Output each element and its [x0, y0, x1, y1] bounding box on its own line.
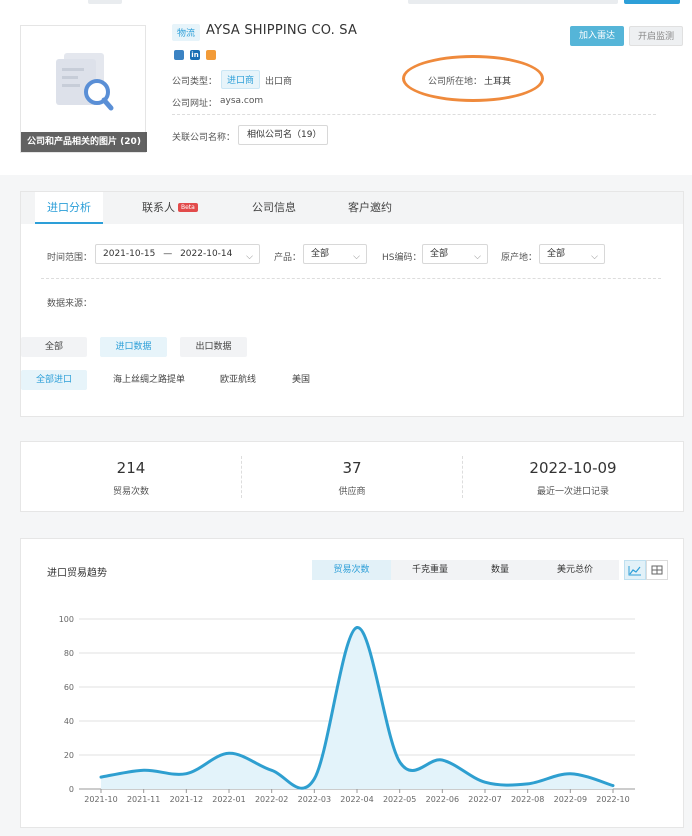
x-tick-label: 2022-09 — [554, 795, 587, 804]
stat-value: 2022-10-09 — [529, 459, 617, 477]
image-placeholder-icon — [56, 53, 114, 111]
beta-badge: Beta — [178, 203, 198, 212]
trend-chart-panel: 进口贸易趋势 贸易次数 千克重量 数量 美元总价 0 20 40 60 80 100 202… — [20, 538, 684, 828]
data-point — [227, 752, 231, 755]
stat-last-import: 2022-10-09 最近一次进口记录 — [463, 442, 683, 513]
stat-value: 37 — [342, 459, 362, 477]
summary-stats: 214 贸易次数 37 供应商 2022-10-09 最近一次进口记录 — [20, 441, 684, 512]
location-highlight-annotation — [402, 55, 544, 102]
chevron-down-icon: ⌵ — [353, 252, 360, 262]
stat-label: 供应商 — [338, 487, 366, 497]
data-point — [142, 769, 145, 772]
source-chip-all[interactable]: 全部 — [21, 337, 87, 357]
data-source-label: 数据来源： — [47, 299, 93, 309]
y-tick-label: 40 — [64, 717, 74, 726]
data-point — [526, 782, 529, 786]
stat-trade-count: 214 贸易次数 — [21, 442, 241, 513]
x-tick-label: 2022-06 — [426, 795, 459, 804]
source-chip-export[interactable]: 出口数据 — [180, 337, 247, 357]
stat-label: 最近一次进口记录 — [536, 487, 609, 497]
x-tick-label: 2021-12 — [170, 795, 203, 804]
tab-customer-invite[interactable]: 客户邀约 — [348, 192, 392, 224]
origin-select[interactable]: 全部 ⌵ — [539, 244, 605, 264]
phone-icon[interactable] — [206, 50, 216, 60]
x-tick-label: 2022-08 — [511, 795, 544, 804]
source-chip-import[interactable]: 进口数据 — [100, 337, 167, 357]
website-label: 公司网址： — [172, 99, 218, 109]
website-icon[interactable] — [174, 50, 184, 60]
chevron-down-icon: ⌵ — [591, 252, 598, 262]
company-type-exporter: 出口商 — [265, 77, 293, 87]
data-point — [441, 758, 444, 762]
enable-monitor-button[interactable]: 开启监测 — [629, 26, 683, 46]
top-search-bar[interactable] — [408, 0, 618, 4]
route-chip-eurasia[interactable]: 欧亚航线 — [213, 370, 263, 390]
stat-suppliers: 37 供应商 — [242, 442, 462, 513]
company-image-thumbnail[interactable]: 公司和产品相关的图片 (20) — [20, 25, 147, 153]
website-link[interactable]: aysa.com — [220, 96, 263, 106]
tab-contacts[interactable]: 联系人 Beta — [142, 192, 198, 224]
product-select[interactable]: 全部 ⌵ — [303, 244, 367, 264]
route-chip-all-import[interactable]: 全部进口 — [21, 370, 87, 390]
series-area — [101, 627, 613, 789]
x-tick-label: 2021-11 — [127, 795, 160, 804]
tab-bar: 进口分析 联系人 Beta 公司信息 客户邀约 — [21, 192, 683, 224]
stat-value: 214 — [116, 459, 146, 477]
similar-companies-button[interactable]: 相似公司名（19） — [238, 125, 328, 145]
related-company-label: 关联公司名称： — [172, 133, 236, 143]
filter-divider — [41, 278, 661, 279]
x-tick-label: 2021-10 — [84, 795, 117, 804]
data-point — [398, 760, 401, 763]
company-type-label: 公司类型： — [172, 77, 218, 87]
data-point — [185, 772, 188, 775]
hs-code-select[interactable]: 全部 ⌵ — [422, 244, 488, 264]
top-action-button[interactable] — [624, 0, 680, 4]
add-to-radar-button[interactable]: 加入雷达 — [570, 26, 624, 46]
x-tick-label: 2022-04 — [340, 795, 373, 804]
import-trend-chart: 0 20 40 60 80 100 2021-10 2021-11 2021-12 2022-01… — [59, 615, 635, 804]
chevron-down-icon: ⌵ — [474, 252, 481, 262]
y-tick-label: 60 — [64, 683, 74, 692]
y-tick-label: 80 — [64, 649, 74, 658]
data-point — [569, 772, 572, 775]
x-tick-label: 2022-02 — [255, 795, 288, 804]
company-name: AYSA SHIPPING CO. SA — [206, 23, 358, 38]
company-header: 公司和产品相关的图片 (20) 物流 AYSA SHIPPING CO. SA … — [0, 0, 692, 175]
route-chip-silk-road[interactable]: 海上丝绸之路提单 — [103, 370, 195, 390]
tab-company-info[interactable]: 公司信息 — [252, 192, 296, 224]
industry-tag: 物流 — [172, 24, 201, 41]
x-tick-label: 2022-10 — [596, 795, 629, 804]
top-toolbar-item[interactable] — [88, 0, 122, 4]
company-type-importer: 进口商 — [221, 70, 261, 89]
stat-label: 贸易次数 — [112, 487, 149, 497]
data-point — [483, 781, 487, 784]
data-point — [270, 769, 273, 772]
analysis-panel: 进口分析 联系人 Beta 公司信息 客户邀约 时间范围： 2021-10-15 … — [20, 191, 684, 417]
x-tick-label: 2022-07 — [468, 795, 501, 804]
time-range-label: 时间范围： — [47, 253, 93, 263]
tab-import-analysis[interactable]: 进口分析 — [35, 192, 103, 224]
data-point — [611, 784, 615, 787]
route-chip-usa[interactable]: 美国 — [283, 370, 319, 390]
chevron-down-icon: ⌵ — [246, 252, 253, 262]
hs-code-label: HS编码： — [382, 253, 422, 263]
y-tick-label: 20 — [64, 751, 74, 760]
x-tick-label: 2022-03 — [298, 795, 331, 804]
time-range-picker[interactable]: 2021-10-15 — 2022-10-14 ⌵ — [95, 244, 260, 264]
thumbnail-caption: 公司和产品相关的图片 (20) — [21, 132, 147, 152]
product-label: 产品： — [274, 253, 302, 263]
divider — [172, 114, 656, 115]
x-tick-label: 2022-01 — [212, 795, 245, 804]
y-tick-label: 0 — [69, 785, 74, 794]
y-tick-label: 100 — [59, 615, 74, 624]
x-tick-label: 2022-05 — [383, 795, 416, 804]
data-point — [313, 777, 316, 780]
linkedin-icon[interactable]: in — [190, 50, 200, 60]
data-point — [99, 775, 103, 779]
data-point — [355, 626, 359, 629]
origin-label: 原产地： — [501, 253, 538, 263]
